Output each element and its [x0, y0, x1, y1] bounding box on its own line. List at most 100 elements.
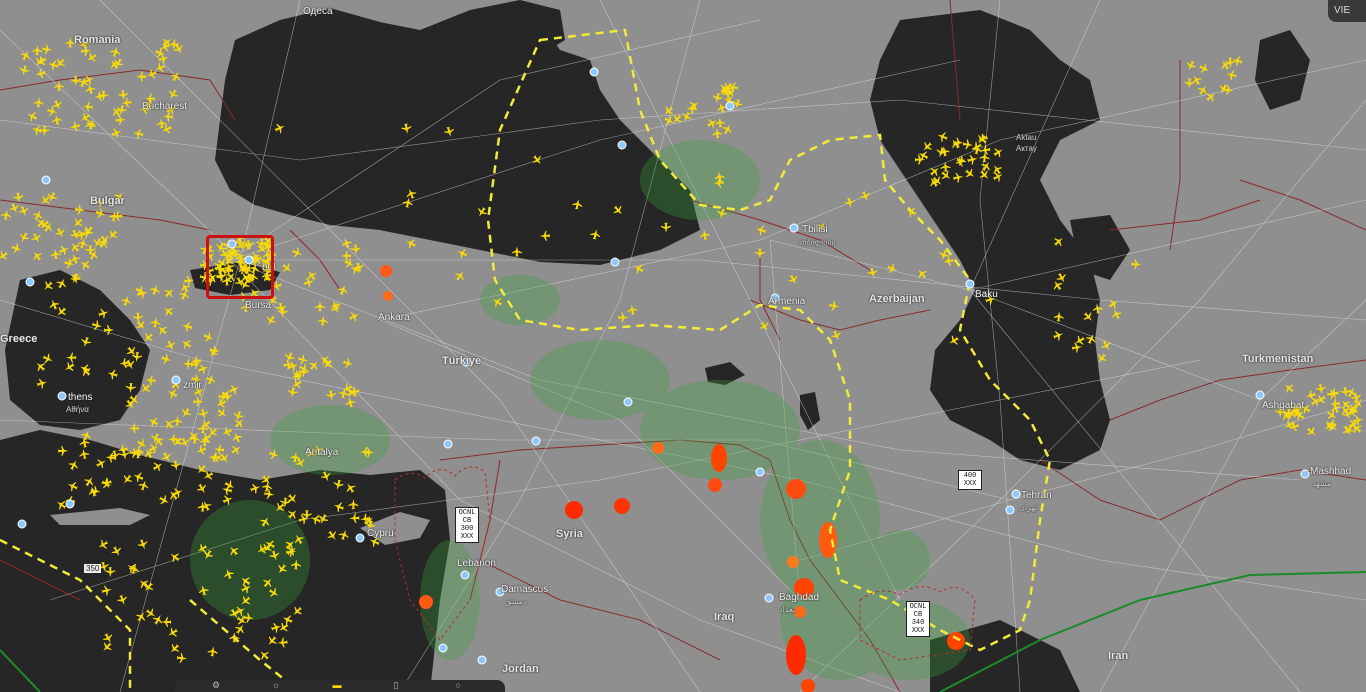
aircraft-icon[interactable] [348, 310, 361, 323]
aircraft-icon[interactable] [135, 437, 149, 451]
aircraft-icon[interactable] [69, 121, 81, 133]
aircraft-icon[interactable] [1204, 90, 1218, 104]
aircraft-icon[interactable] [758, 320, 772, 334]
aircraft-icon[interactable] [1198, 62, 1211, 75]
aircraft-icon[interactable] [904, 205, 917, 218]
aircraft-icon[interactable] [53, 80, 65, 92]
aircraft-icon[interactable] [204, 373, 217, 386]
aircraft-icon[interactable] [1225, 69, 1237, 81]
aircraft-icon[interactable] [1184, 78, 1195, 89]
aircraft-icon[interactable] [721, 122, 735, 136]
aircraft-icon[interactable] [230, 431, 243, 444]
aircraft-icon[interactable] [318, 353, 332, 367]
aircraft-icon[interactable] [133, 312, 144, 324]
aircraft-icon[interactable] [229, 443, 243, 457]
aircraft-icon[interactable] [81, 224, 95, 238]
aircraft-icon[interactable] [632, 262, 646, 276]
aircraft-icon[interactable] [32, 45, 43, 56]
aircraft-icon[interactable] [787, 273, 801, 287]
aircraft-icon[interactable] [287, 387, 299, 399]
aircraft-icon[interactable] [202, 331, 215, 344]
aircraft-icon[interactable] [232, 416, 246, 430]
aircraft-icon[interactable] [228, 383, 241, 396]
aircraft-icon[interactable] [50, 248, 61, 260]
weather-box-ocnl-cb-300[interactable]: OCNL CB 300 XXX [455, 507, 479, 543]
aircraft-icon[interactable] [74, 204, 85, 215]
aircraft-icon[interactable] [1131, 259, 1142, 270]
aircraft-icon[interactable] [33, 55, 47, 69]
aircraft-icon[interactable] [1184, 59, 1197, 72]
aircraft-icon[interactable] [145, 375, 156, 386]
aircraft-icon[interactable] [68, 240, 82, 254]
aircraft-icon[interactable] [1107, 297, 1121, 311]
aircraft-icon[interactable] [699, 229, 710, 240]
aircraft-icon[interactable] [404, 237, 418, 251]
aircraft-icon[interactable] [149, 283, 162, 296]
aircraft-icon[interactable] [291, 246, 304, 259]
aircraft-icon[interactable] [53, 56, 67, 70]
aircraft-icon[interactable] [886, 262, 899, 275]
aircraft-icon[interactable] [10, 242, 23, 255]
aircraft-icon[interactable] [181, 320, 193, 332]
aircraft-icon[interactable] [161, 304, 175, 318]
aircraft-icon[interactable] [661, 104, 675, 118]
aircraft-icon[interactable] [209, 345, 221, 357]
aircraft-icon[interactable] [166, 387, 180, 401]
aircraft-icon[interactable] [109, 45, 121, 57]
aircraft-icon[interactable] [160, 353, 172, 365]
aircraft-icon[interactable] [350, 244, 361, 255]
aircraft-icon[interactable] [128, 423, 139, 434]
aircraft-icon[interactable] [0, 249, 10, 263]
aircraft-icon[interactable] [1231, 55, 1243, 67]
aircraft-icon[interactable] [164, 339, 177, 352]
aircraft-icon[interactable] [1315, 383, 1327, 395]
aircraft-icon[interactable] [134, 285, 147, 298]
flight-map[interactable]: Одеса Romania Bucharest Bulgar bul Bursa… [0, 0, 1366, 692]
aircraft-icon[interactable] [17, 231, 31, 245]
aircraft-icon[interactable] [82, 101, 93, 112]
aircraft-icon[interactable] [193, 396, 204, 407]
aircraft-icon[interactable] [341, 250, 352, 261]
aircraft-icon[interactable] [137, 287, 149, 299]
aircraft-icon[interactable] [220, 426, 233, 439]
aircraft-icon[interactable] [51, 114, 63, 126]
aircraft-icon[interactable] [17, 205, 30, 218]
view-button[interactable]: VIE [1328, 0, 1366, 22]
aircraft-icon[interactable] [150, 316, 162, 328]
aircraft-icon[interactable] [166, 88, 180, 102]
aircraft-icon[interactable] [1100, 339, 1114, 353]
aircraft-icon[interactable] [179, 337, 193, 351]
aircraft-icon[interactable] [155, 323, 169, 337]
aircraft-icon[interactable] [115, 115, 126, 126]
aircraft-icon[interactable] [315, 301, 325, 312]
aircraft-icon[interactable] [687, 98, 701, 112]
aircraft-icon[interactable] [307, 358, 321, 372]
aircraft-icon[interactable] [215, 406, 229, 420]
aircraft-icon[interactable] [326, 390, 338, 402]
aircraft-icon[interactable] [1, 209, 13, 221]
aircraft-icon[interactable] [859, 190, 872, 203]
aircraft-icon[interactable] [77, 237, 89, 249]
aircraft-icon[interactable] [71, 216, 85, 230]
aircraft-icon[interactable] [8, 202, 21, 215]
aircraft-icon[interactable] [715, 117, 726, 128]
aircraft-icon[interactable] [342, 357, 354, 369]
aircraft-icon[interactable] [197, 362, 210, 375]
aircraft-icon[interactable] [136, 71, 147, 82]
aircraft-icon[interactable] [94, 207, 107, 220]
aircraft-icon[interactable] [46, 105, 58, 117]
bookmark-icon[interactable]: ▯ [389, 680, 403, 690]
aircraft-icon[interactable] [340, 236, 353, 249]
aircraft-icon[interactable] [172, 415, 183, 426]
aircraft-icon[interactable] [304, 268, 318, 282]
weather-box-400[interactable]: 400 XXX [958, 470, 982, 490]
aircraft-icon[interactable] [754, 248, 765, 259]
aircraft-icon[interactable] [18, 65, 30, 77]
aircraft-icon[interactable] [280, 261, 294, 275]
aircraft-icon[interactable] [828, 300, 840, 312]
sun-icon[interactable]: ☼ [269, 680, 283, 690]
aircraft-icon[interactable] [754, 224, 767, 237]
aircraft-icon[interactable] [844, 197, 856, 209]
layers-icon[interactable]: ▬ [330, 680, 344, 690]
aircraft-icon[interactable] [264, 314, 278, 328]
